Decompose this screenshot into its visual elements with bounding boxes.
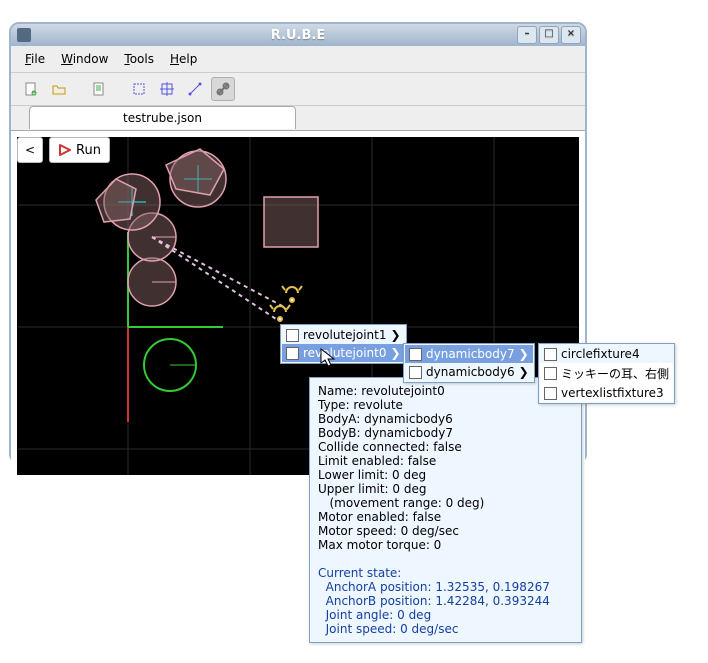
checkbox[interactable] [544, 367, 557, 380]
play-icon [58, 143, 72, 157]
titlebar[interactable]: R.U.B.E – □ × [11, 24, 585, 46]
joint-popup: revolutejoint1 ❯ revolutejoint0 ❯ [280, 324, 407, 364]
menu-item-vertexlistfixture3[interactable]: vertexlistfixture3 [540, 384, 673, 402]
checkbox[interactable]: ✓ [409, 348, 422, 361]
tab-bar: testrube.json [11, 106, 585, 131]
menubar: File Window Tools Help [11, 46, 585, 73]
menu-tools[interactable]: Tools [118, 50, 160, 68]
svg-text:+: + [32, 91, 36, 97]
new-file-button[interactable]: + [19, 77, 43, 101]
joint-tooltip: Name: revolutejoint0 Type: revolute Body… [309, 377, 582, 643]
joint-tool-button[interactable] [211, 77, 235, 101]
line-tool-button[interactable] [183, 77, 207, 101]
app-icon [17, 28, 31, 42]
maximize-button[interactable]: □ [539, 26, 559, 44]
minimize-button[interactable]: – [517, 26, 537, 44]
submenu-arrow-icon: ❯ [390, 346, 400, 360]
checkbox[interactable] [544, 348, 557, 361]
fixture-popup: circlefixture4 ミッキーの耳、右側 vertexlistfixtu… [538, 343, 675, 404]
menu-item-circlefixture4[interactable]: circlefixture4 [540, 345, 673, 363]
submenu-arrow-icon: ❯ [519, 365, 529, 379]
checkbox[interactable] [409, 366, 422, 379]
close-button[interactable]: × [561, 26, 581, 44]
frame-tool-button[interactable] [155, 77, 179, 101]
body-popup: ✓ dynamicbody7 ❯ dynamicbody6 ❯ [403, 343, 535, 383]
menu-item-dynamicbody7[interactable]: ✓ dynamicbody7 ❯ [405, 345, 533, 363]
checkbox[interactable] [286, 347, 299, 360]
select-tool-button[interactable] [127, 77, 151, 101]
checkbox[interactable] [544, 387, 557, 400]
run-label: Run [76, 143, 101, 158]
toolbar: + [11, 73, 585, 106]
window-title: R.U.B.E [271, 28, 325, 43]
run-button[interactable]: Run [49, 137, 110, 163]
back-button[interactable]: < [17, 137, 43, 163]
document-button[interactable] [87, 77, 111, 101]
open-file-button[interactable] [47, 77, 71, 101]
menu-window[interactable]: Window [55, 50, 114, 68]
submenu-arrow-icon: ❯ [390, 328, 400, 342]
menu-file[interactable]: File [19, 50, 51, 68]
menu-item-revolutejoint1[interactable]: revolutejoint1 ❯ [282, 326, 405, 344]
menu-item-dynamicbody6[interactable]: dynamicbody6 ❯ [405, 363, 533, 381]
menu-help[interactable]: Help [164, 50, 203, 68]
menu-item-mickey-ear[interactable]: ミッキーの耳、右側 [540, 363, 673, 384]
menu-item-revolutejoint0[interactable]: revolutejoint0 ❯ [282, 344, 405, 362]
checkbox[interactable] [286, 329, 299, 342]
submenu-arrow-icon: ❯ [519, 347, 529, 361]
tab-document[interactable]: testrube.json [29, 106, 296, 129]
